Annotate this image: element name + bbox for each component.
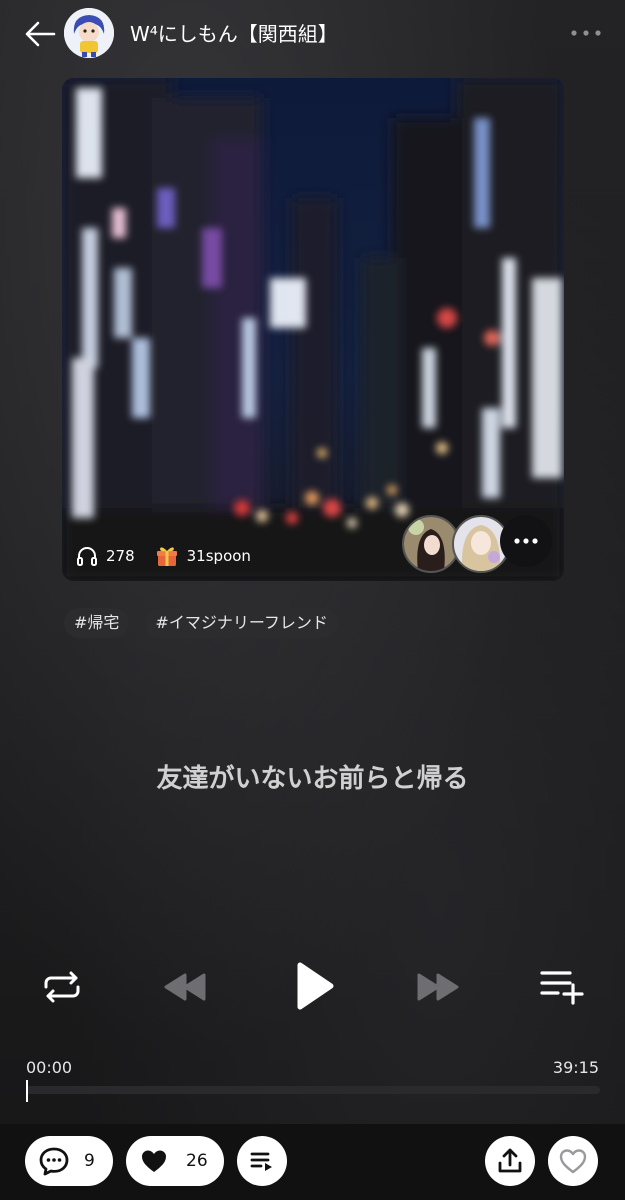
city-night-image bbox=[62, 78, 564, 581]
rewind-button[interactable] bbox=[163, 970, 207, 1004]
gift-icon bbox=[156, 547, 177, 566]
back-button[interactable] bbox=[20, 14, 60, 54]
tag-list: #帰宅 #イマジナリーフレンド bbox=[64, 608, 338, 638]
fast-forward-icon bbox=[417, 973, 459, 1001]
more-icon bbox=[571, 30, 601, 36]
progress-thumb[interactable] bbox=[26, 1080, 28, 1102]
playlist-icon bbox=[250, 1152, 272, 1171]
more-icon bbox=[514, 538, 538, 544]
current-time: 00:00 bbox=[26, 1058, 73, 1077]
like-count: 26 bbox=[186, 1151, 208, 1171]
cover-more-button[interactable] bbox=[500, 515, 552, 567]
share-button[interactable] bbox=[485, 1136, 535, 1186]
cast-title: 友達がいないお前らと帰る bbox=[156, 764, 469, 794]
playlist-add-icon bbox=[540, 971, 584, 1005]
play-icon bbox=[297, 962, 334, 1010]
back-arrow-icon bbox=[25, 21, 56, 47]
heart-icon bbox=[142, 1150, 166, 1172]
repeat-button[interactable] bbox=[40, 970, 84, 1004]
add-to-queue-button[interactable] bbox=[540, 967, 586, 1005]
total-time: 39:15 bbox=[552, 1058, 599, 1077]
guest-avatar-image-1 bbox=[404, 517, 458, 571]
rewind-icon bbox=[164, 973, 206, 1001]
favorite-button[interactable] bbox=[548, 1136, 598, 1186]
progress-bar[interactable] bbox=[26, 1080, 600, 1102]
tag-item[interactable]: #帰宅 bbox=[64, 608, 130, 638]
repeat-icon bbox=[44, 971, 80, 1003]
spoon-count: 31spoon bbox=[186, 547, 251, 565]
listen-count: 278 bbox=[106, 547, 135, 565]
share-icon bbox=[498, 1148, 522, 1173]
bottom-action-bar: 9 26 bbox=[0, 1124, 625, 1200]
header: W⁴にしもん【関西組】 bbox=[0, 0, 625, 66]
playlist-button[interactable] bbox=[237, 1136, 287, 1186]
play-button[interactable] bbox=[294, 960, 336, 1012]
heart-outline-icon bbox=[559, 1149, 587, 1174]
comment-icon bbox=[39, 1147, 69, 1176]
author-name[interactable]: W⁴にしもん【関西組】 bbox=[130, 18, 338, 47]
header-more-button[interactable] bbox=[566, 22, 606, 44]
author-avatar[interactable] bbox=[64, 8, 114, 58]
avatar-illustration bbox=[64, 8, 114, 58]
comment-button[interactable]: 9 bbox=[25, 1136, 113, 1186]
tag-item[interactable]: #イマジナリーフレンド bbox=[145, 608, 338, 638]
like-button[interactable]: 26 bbox=[126, 1136, 224, 1186]
cover-stats: 278 31spoon bbox=[76, 544, 251, 568]
comment-count: 9 bbox=[84, 1151, 95, 1171]
cover-image: 278 31spoon bbox=[62, 78, 564, 581]
fast-forward-button[interactable] bbox=[416, 970, 460, 1004]
headphones-icon bbox=[77, 547, 97, 566]
